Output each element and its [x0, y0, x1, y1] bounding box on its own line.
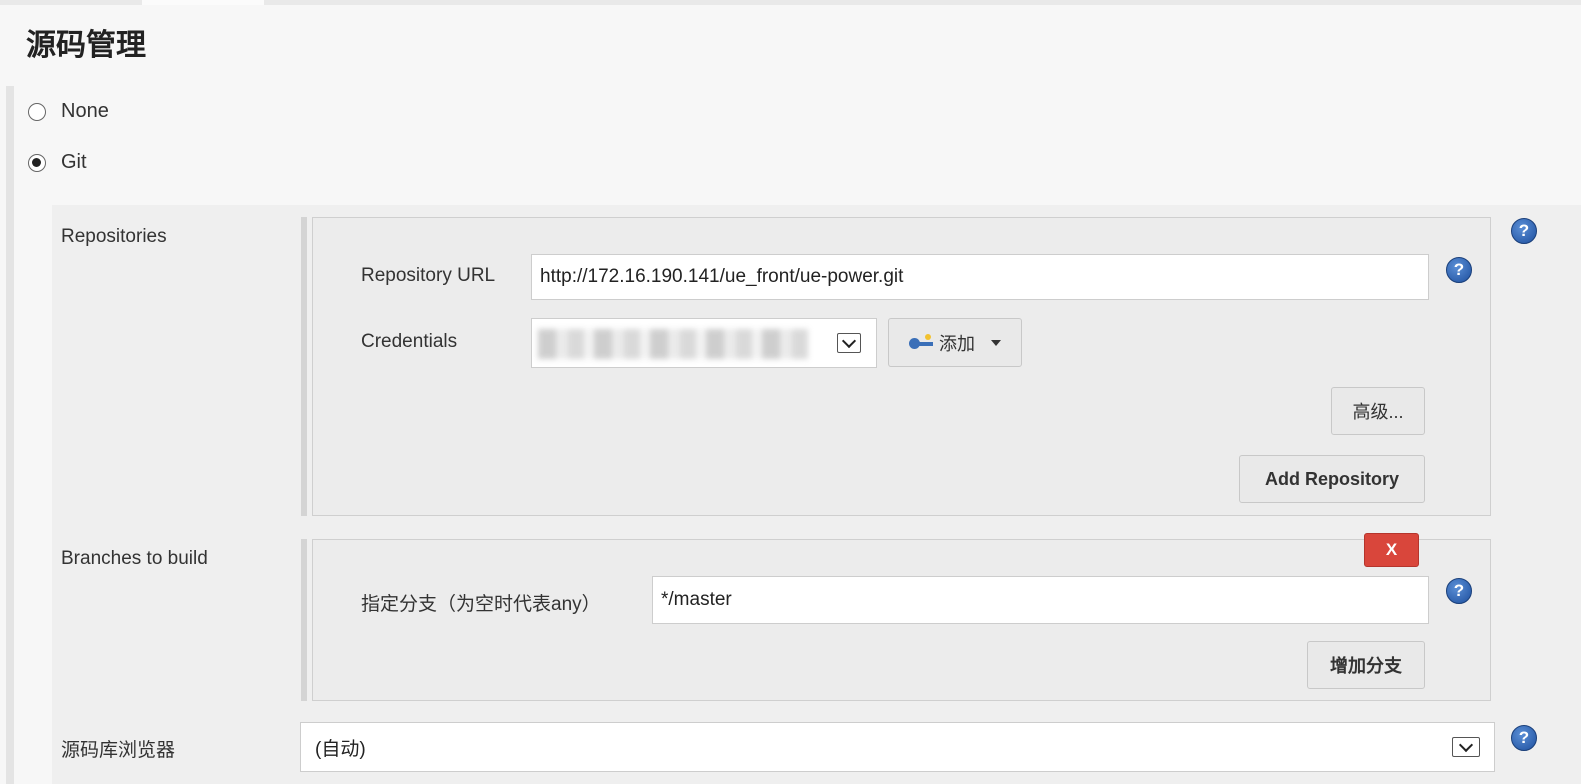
scm-option-none-label: None — [61, 100, 109, 122]
repository-url-input[interactable]: http://172.16.190.141/ue_front/ue-power.… — [531, 254, 1429, 300]
add-credentials-button[interactable]: 添加 — [888, 318, 1022, 367]
add-repository-button[interactable]: Add Repository — [1239, 455, 1425, 503]
chevron-down-icon[interactable] — [837, 333, 861, 353]
section-title: 源码管理 — [26, 29, 146, 62]
section-indent-bar — [6, 86, 14, 784]
scm-option-git[interactable]: Git — [28, 151, 87, 174]
help-icon[interactable]: ? — [1511, 725, 1537, 751]
add-branch-button[interactable]: 增加分支 — [1307, 641, 1425, 689]
repositories-label: Repositories — [61, 226, 167, 247]
branch-spec-label: 指定分支（为空时代表any） — [361, 594, 601, 615]
add-credentials-label: 添加 — [939, 333, 975, 354]
branches-bar — [301, 539, 307, 701]
scm-option-none[interactable]: None — [28, 100, 109, 123]
key-icon — [909, 333, 933, 349]
help-icon[interactable]: ? — [1511, 218, 1537, 244]
repo-browser-select[interactable]: (自动) — [300, 722, 1495, 772]
caret-down-icon — [991, 339, 1001, 346]
delete-branch-button[interactable]: X — [1364, 533, 1419, 567]
repositories-bar — [301, 217, 307, 516]
scm-option-git-label: Git — [61, 151, 87, 173]
credentials-label: Credentials — [361, 331, 458, 352]
repo-browser-value: (自动) — [315, 738, 366, 760]
repository-url-label: Repository URL — [361, 265, 496, 286]
active-tab[interactable] — [142, 0, 264, 5]
radio-none[interactable] — [28, 102, 46, 121]
chevron-down-icon[interactable] — [1452, 737, 1480, 757]
advanced-button[interactable]: 高级... — [1331, 387, 1425, 435]
repo-browser-label: 源码库浏览器 — [61, 740, 176, 761]
top-tab-strip — [0, 0, 1581, 5]
radio-git[interactable] — [28, 153, 46, 172]
credentials-redacted-value — [538, 329, 808, 359]
branch-spec-input[interactable]: */master — [652, 576, 1429, 624]
help-icon[interactable]: ? — [1446, 257, 1472, 283]
credentials-select[interactable] — [531, 318, 877, 368]
branches-label: Branches to build — [61, 548, 208, 569]
help-icon[interactable]: ? — [1446, 578, 1472, 604]
